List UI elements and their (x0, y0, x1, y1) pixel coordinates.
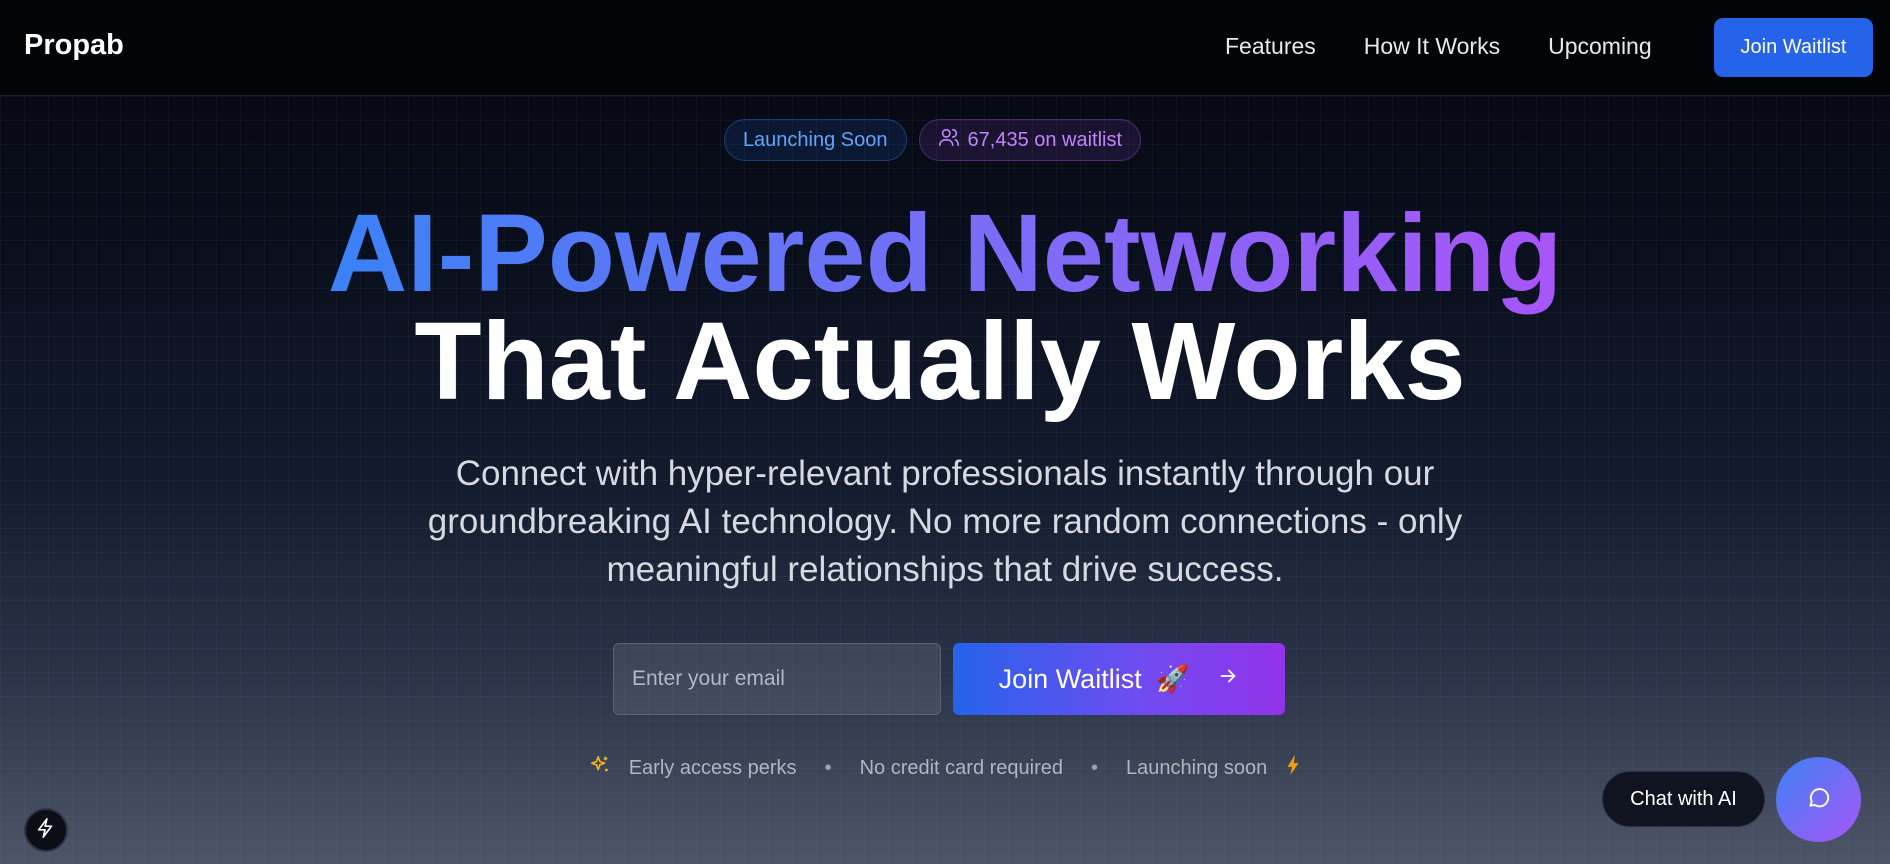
chat-bubble-icon (1806, 784, 1832, 815)
launching-soon-label: Launching Soon (742, 128, 888, 151)
launching-soon-badge: Launching Soon (723, 119, 907, 161)
nav-link-upcoming[interactable]: Upcoming (1548, 33, 1652, 60)
nav-join-waitlist-button[interactable]: Join Waitlist (1714, 18, 1873, 77)
nav-link-how-it-works[interactable]: How It Works (1364, 33, 1500, 60)
hero-badges: Launching Soon 67,435 on waitlist (0, 119, 1890, 161)
top-navbar: Propab Features How It Works Upcoming Jo… (0, 0, 1890, 96)
nav-links: Features How It Works Upcoming (1225, 33, 1700, 60)
join-waitlist-label: Join Waitlist (998, 663, 1142, 694)
hero-headline-gradient: AI-Powered Networking (0, 196, 1890, 312)
users-icon (938, 126, 960, 154)
perk-no-credit-card: No credit card required (859, 756, 1064, 779)
waitlist-count-badge: 67,435 on waitlist (918, 119, 1142, 161)
brand-logo[interactable]: Propab (24, 29, 124, 62)
sparkles-icon (589, 754, 611, 782)
hero-subtitle: Connect with hyper-relevant professional… (427, 454, 1463, 589)
bolt-badge-button[interactable] (24, 808, 68, 852)
bolt-icon (35, 817, 57, 844)
waitlist-signup-form: Join Waitlist 🚀 (613, 643, 1285, 715)
separator-dot: • (1091, 756, 1099, 779)
chat-with-ai-button[interactable]: Chat with AI (1602, 771, 1765, 827)
perks-row: Early access perks • No credit card requ… (0, 754, 1890, 782)
waitlist-count-label: 67,435 on waitlist (967, 128, 1123, 151)
perk-early-access: Early access perks (628, 756, 797, 779)
separator-dot: • (824, 756, 832, 779)
chat-launcher-button[interactable] (1776, 757, 1861, 842)
perk-launching-soon: Launching soon (1126, 756, 1268, 779)
bolt-icon (1285, 754, 1301, 782)
join-waitlist-button[interactable]: Join Waitlist 🚀 (953, 643, 1285, 715)
hero-headline-white: That Actually Works (414, 300, 1466, 423)
arrow-right-icon (1217, 665, 1239, 693)
email-input[interactable] (613, 643, 941, 715)
rocket-icon: 🚀 (1155, 664, 1190, 694)
nav-link-features[interactable]: Features (1225, 33, 1316, 60)
headline-line-1: AI-Powered Networking (327, 192, 1563, 315)
